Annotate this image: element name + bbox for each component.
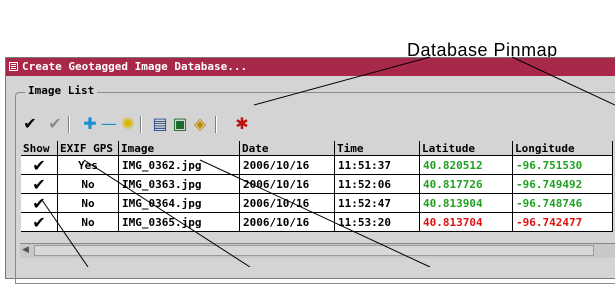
table-cell[interactable]: 2006/10/16 <box>240 156 335 175</box>
column-header[interactable]: Longitude <box>513 141 613 156</box>
table-cell[interactable]: 2006/10/16 <box>240 175 335 194</box>
table-cell[interactable]: 11:51:37 <box>335 156 420 175</box>
pinmap-icon[interactable]: ✱ <box>233 114 251 134</box>
table-cell[interactable]: 11:53:20 <box>335 213 420 232</box>
window-titlebar[interactable]: Create Geotagged Image Database... <box>6 58 615 76</box>
table-cell[interactable]: -96.749492 <box>513 175 613 194</box>
toolbar-separator <box>68 116 70 133</box>
scroll-left-icon[interactable]: ◀ <box>22 245 32 256</box>
window-title: Create Geotagged Image Database... <box>22 60 248 73</box>
toolbar-separator <box>215 116 217 133</box>
table-cell[interactable]: 40.820512 <box>420 156 513 175</box>
check-gray-icon[interactable]: ✔ <box>46 114 64 134</box>
column-header[interactable]: EXIF GPS <box>58 141 119 156</box>
check-icon[interactable]: ✔ <box>21 114 39 134</box>
table-cell[interactable]: IMG_0365.jpg <box>119 213 240 232</box>
table-cell[interactable]: -96.748746 <box>513 194 613 213</box>
table-cell[interactable]: IMG_0363.jpg <box>119 175 240 194</box>
plus-icon[interactable]: ✚ <box>81 114 99 134</box>
table-cell[interactable]: -96.742477 <box>513 213 613 232</box>
toolbar-separator <box>140 116 142 133</box>
column-header[interactable]: Show <box>21 141 58 156</box>
table-cell[interactable]: 11:52:47 <box>335 194 420 213</box>
show-checkbox[interactable]: ✔ <box>21 213 58 232</box>
minus-icon[interactable]: — <box>100 114 118 134</box>
table-cell[interactable]: No <box>58 175 119 194</box>
window-menu-icon[interactable] <box>9 62 18 71</box>
image-icon[interactable]: ▣ <box>171 114 189 134</box>
column-header[interactable]: Time <box>335 141 420 156</box>
table-cell[interactable]: 40.817726 <box>420 175 513 194</box>
table-cell[interactable]: 2006/10/16 <box>240 213 335 232</box>
image-list-label: Image List <box>25 84 98 97</box>
table-cell[interactable]: IMG_0362.jpg <box>119 156 240 175</box>
scroll-thumb[interactable] <box>34 245 594 256</box>
table-cell[interactable]: 11:52:06 <box>335 175 420 194</box>
horizontal-scrollbar[interactable]: ◀ <box>20 243 615 258</box>
table-cell[interactable]: 40.813904 <box>420 194 513 213</box>
show-checkbox[interactable]: ✔ <box>21 156 58 175</box>
table-cell[interactable]: IMG_0364.jpg <box>119 194 240 213</box>
table-cell[interactable]: 2006/10/16 <box>240 194 335 213</box>
column-header[interactable]: Image <box>119 141 240 156</box>
table-cell[interactable]: No <box>58 213 119 232</box>
table-cell[interactable]: No <box>58 194 119 213</box>
show-checkbox[interactable]: ✔ <box>21 175 58 194</box>
table-cell[interactable]: 40.813704 <box>420 213 513 232</box>
sun-icon[interactable]: ✺ <box>119 114 137 134</box>
table-cell[interactable]: -96.751530 <box>513 156 613 175</box>
table-icon[interactable]: ▤ <box>151 114 169 134</box>
show-checkbox[interactable]: ✔ <box>21 194 58 213</box>
column-header[interactable]: Latitude <box>420 141 513 156</box>
table-cell[interactable]: Yes <box>58 156 119 175</box>
tag-icon[interactable]: ◈ <box>191 114 209 134</box>
column-header[interactable]: Date <box>240 141 335 156</box>
